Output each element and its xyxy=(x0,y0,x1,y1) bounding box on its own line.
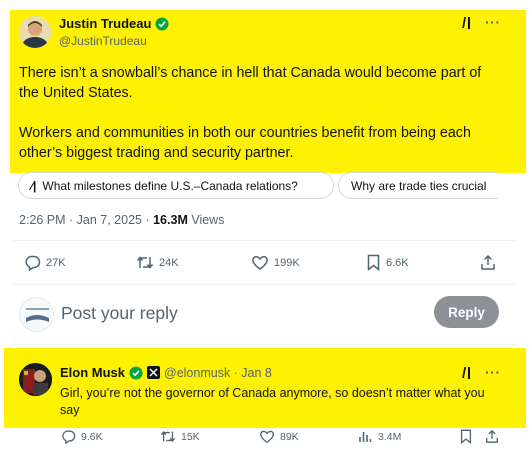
reply-handle-date[interactable]: @elonmusk · Jan 8 xyxy=(164,366,272,380)
like-action[interactable]: 89K xyxy=(259,429,299,444)
views-icon xyxy=(359,432,372,442)
repost-action[interactable]: 24K xyxy=(136,254,179,271)
grok-icon: ⁄| xyxy=(31,178,37,193)
reply-count: 9.6K xyxy=(81,430,103,443)
grok-icon-stem xyxy=(468,367,470,379)
divider xyxy=(12,284,517,285)
user-avatar[interactable] xyxy=(19,297,54,332)
reply-action[interactable]: 9.6K xyxy=(61,429,103,444)
reply-icon xyxy=(25,255,41,271)
share-icon[interactable] xyxy=(485,429,499,449)
x-affiliate-icon[interactable] xyxy=(147,366,161,379)
reply-count: 27K xyxy=(46,256,66,269)
repost-action[interactable]: 15K xyxy=(160,429,200,444)
reply-text: Girl, you’re not the governor of Canada … xyxy=(60,386,485,417)
tweet-text-paragraph-2: Workers and communities in both our coun… xyxy=(19,125,471,161)
author-handle[interactable]: @JustinTrudeau xyxy=(59,34,147,48)
bookmark-icon xyxy=(367,254,380,271)
views-count: 16.3M xyxy=(153,213,188,227)
bookmark-action[interactable]: 6.6K xyxy=(366,254,409,271)
like-icon xyxy=(260,430,274,444)
reply-author-name[interactable]: Elon Musk xyxy=(60,365,125,380)
reply-action[interactable]: 27K xyxy=(24,254,66,271)
author-name-row: Justin Trudeau xyxy=(59,16,169,31)
repost-count: 24K xyxy=(159,256,179,269)
author-name[interactable]: Justin Trudeau xyxy=(59,16,151,31)
like-icon xyxy=(252,256,268,270)
bookmark-count: 6.6K xyxy=(386,256,409,269)
tweet-meta: 2:26 PM · Jan 7, 2025 · 16.3M Views xyxy=(19,213,224,227)
grok-suggestion-chip-1[interactable]: ⁄| What milestones define U.S.–Canada re… xyxy=(18,172,334,199)
repost-icon xyxy=(160,431,176,442)
reply-author-row: Elon Musk @elonmusk · Jan 8 xyxy=(60,365,272,380)
grok-suggestion-chip-2[interactable]: Why are trade ties crucial xyxy=(338,172,498,199)
reply-input[interactable]: Post your reply xyxy=(61,303,178,324)
author-avatar[interactable] xyxy=(19,16,51,48)
share-icon[interactable] xyxy=(480,254,496,276)
grok-icon-stem xyxy=(468,17,470,29)
like-count: 89K xyxy=(280,430,299,443)
more-icon[interactable]: ··· xyxy=(485,364,501,380)
tweet-timestamp[interactable]: 2:26 PM · Jan 7, 2025 · xyxy=(19,213,153,227)
like-count: 199K xyxy=(274,256,300,269)
like-action[interactable]: 199K xyxy=(251,254,300,271)
grok-icon[interactable]: / xyxy=(462,365,466,382)
divider xyxy=(12,344,517,345)
verified-badge-icon xyxy=(129,366,143,379)
more-icon[interactable]: ··· xyxy=(485,14,501,30)
grok-suggestion-text: Why are trade ties crucial xyxy=(351,178,487,193)
reply-author-avatar[interactable] xyxy=(19,363,52,396)
repost-icon xyxy=(136,256,154,269)
repost-count: 15K xyxy=(181,430,200,443)
views-count: 3.4M xyxy=(378,430,402,443)
bookmark-icon[interactable] xyxy=(459,429,473,449)
reply-button[interactable]: Reply xyxy=(434,296,499,328)
tweet-text-paragraph-1: There isn’t a snowball’s chance in hell … xyxy=(19,65,482,101)
grok-icon[interactable]: / xyxy=(462,15,466,32)
views-label: Views xyxy=(187,213,225,227)
reply-icon xyxy=(62,430,76,444)
views-action[interactable]: 3.4M xyxy=(358,429,401,444)
divider xyxy=(12,240,517,241)
verified-badge-icon xyxy=(155,17,169,30)
grok-suggestion-text: What milestones define U.S.–Canada relat… xyxy=(42,178,298,193)
